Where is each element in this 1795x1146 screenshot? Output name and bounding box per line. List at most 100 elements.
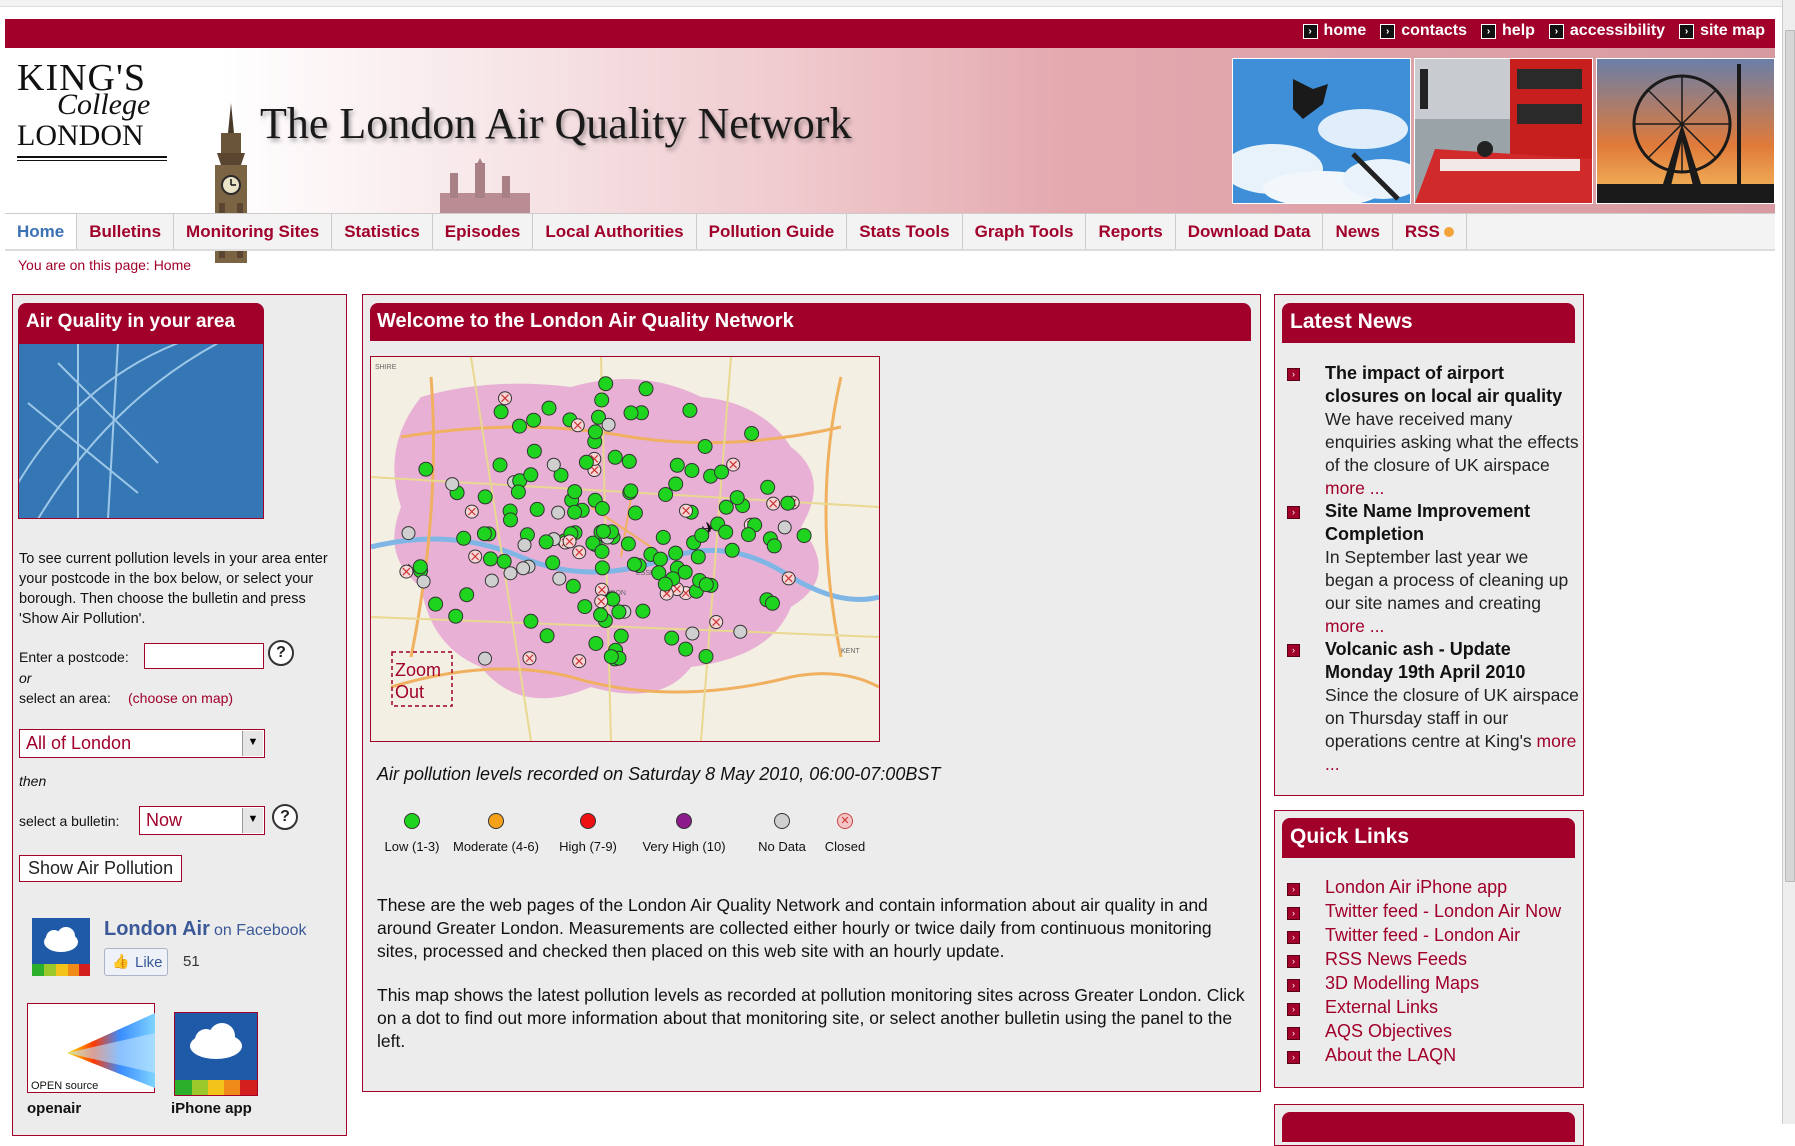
monitoring-site-dot[interactable] — [587, 424, 603, 440]
quick-link[interactable]: Twitter feed - London Air — [1325, 925, 1520, 946]
monitoring-site-dot[interactable] — [552, 571, 567, 586]
monitoring-site-dot[interactable] — [594, 392, 610, 408]
monitoring-site-dot[interactable] — [678, 641, 694, 657]
monitoring-site-dot[interactable] — [623, 483, 639, 499]
monitoring-site-dot[interactable] — [523, 613, 539, 629]
monitoring-site-dot[interactable] — [698, 649, 714, 664]
monitoring-site-dot[interactable] — [760, 479, 776, 495]
monitoring-site-dot[interactable] — [594, 560, 610, 576]
show-air-pollution-button[interactable]: Show Air Pollution — [19, 855, 183, 882]
monitoring-site-dot[interactable] — [621, 453, 637, 469]
chevron-down-icon[interactable]: ▼ — [242, 731, 263, 756]
monitoring-site-dot[interactable] — [595, 523, 611, 539]
london-air-app-icon[interactable] — [32, 918, 90, 976]
help-icon-postcode[interactable]: ? — [268, 640, 294, 666]
monitoring-site-dot[interactable] — [478, 651, 492, 666]
monitoring-site-dot[interactable] — [766, 538, 782, 554]
monitoring-site-dot[interactable] — [545, 555, 561, 571]
facebook-like-button[interactable]: 👍 Like — [104, 948, 168, 976]
utility-link[interactable]: › home — [1302, 22, 1366, 40]
monitoring-site-dot[interactable] — [777, 520, 792, 535]
news-title[interactable]: Site Name Improvement Completion — [1325, 500, 1575, 546]
monitoring-site-dot[interactable] — [741, 527, 756, 543]
monitoring-site-dot[interactable] — [567, 484, 583, 500]
iphone-app-label[interactable]: iPhone app — [171, 1100, 252, 1117]
news-more-link[interactable]: more ... — [1325, 616, 1384, 636]
openair-logo[interactable]: OPEN source — [27, 1003, 155, 1093]
monitoring-site-dot[interactable] — [677, 564, 693, 580]
monitoring-site-dot[interactable] — [613, 628, 629, 644]
monitoring-site-dot[interactable] — [418, 461, 434, 477]
utility-link[interactable]: › contacts — [1380, 22, 1467, 40]
monitoring-site-dot[interactable] — [623, 405, 639, 421]
monitoring-site-dot[interactable] — [541, 400, 557, 416]
pollution-map[interactable]: SHIRE KENT ESSEX LONDON ✈ ✈ Zoom Out — [370, 356, 880, 742]
monitoring-site-dot[interactable] — [503, 566, 518, 581]
monitoring-site-dot[interactable] — [516, 561, 531, 576]
quick-link[interactable]: Twitter feed - London Air Now — [1325, 901, 1561, 922]
monitoring-site-dot[interactable] — [780, 495, 796, 511]
scrollbar-thumb[interactable] — [1785, 30, 1795, 882]
quick-link[interactable]: External Links — [1325, 997, 1438, 1018]
utility-link[interactable]: › site map — [1679, 22, 1765, 40]
news-more-link[interactable]: more ... — [1325, 478, 1384, 498]
monitoring-site-dot[interactable] — [538, 534, 554, 550]
postcode-input[interactable] — [144, 643, 264, 669]
nav-tab[interactable]: News — [1323, 214, 1393, 249]
monitoring-site-dot[interactable] — [657, 576, 673, 592]
zoom-out-button[interactable]: Zoom Out — [395, 659, 453, 703]
monitoring-site-dot[interactable] — [448, 608, 464, 624]
monitoring-site-dot[interactable] — [512, 418, 527, 434]
monitoring-site-dot[interactable] — [428, 596, 444, 612]
monitoring-site-dot[interactable] — [594, 501, 610, 516]
monitoring-site-dot[interactable] — [714, 464, 729, 480]
facebook-page-name[interactable]: London Air — [104, 918, 210, 941]
monitoring-site-dot[interactable] — [483, 551, 498, 567]
monitoring-site-dot[interactable] — [690, 549, 706, 565]
monitoring-site-dot[interactable] — [445, 477, 460, 492]
quick-link[interactable]: About the LAQN — [1325, 1045, 1456, 1066]
monitoring-site-dot[interactable] — [551, 505, 566, 520]
monitoring-site-dot[interactable] — [620, 536, 636, 552]
monitoring-site-dot[interactable] — [698, 577, 714, 593]
vertical-scrollbar[interactable] — [1782, 0, 1795, 1124]
monitoring-site-dot[interactable] — [526, 443, 542, 459]
monitoring-site-dot[interactable] — [729, 490, 745, 506]
nav-tab[interactable]: RSS — [1393, 214, 1467, 249]
monitoring-site-dot[interactable] — [685, 626, 700, 641]
monitoring-site-dot[interactable] — [476, 526, 492, 542]
utility-link[interactable]: › help — [1481, 22, 1535, 40]
monitoring-site-dot[interactable] — [684, 463, 700, 478]
monitoring-site-dot[interactable] — [565, 578, 581, 594]
monitoring-site-dot[interactable] — [578, 454, 594, 470]
nav-tab[interactable]: Download Data — [1176, 214, 1324, 249]
monitoring-site-dot[interactable] — [477, 489, 493, 505]
monitoring-site-dot[interactable] — [658, 487, 674, 502]
monitoring-site-dot[interactable] — [594, 544, 610, 559]
monitoring-site-dot[interactable] — [484, 573, 499, 588]
monitoring-site-dot[interactable] — [733, 624, 748, 639]
openair-label[interactable]: openair — [27, 1100, 81, 1117]
monitoring-site-dot[interactable] — [669, 457, 685, 473]
monitoring-site-dot[interactable] — [655, 529, 671, 545]
monitoring-site-dot[interactable] — [401, 526, 416, 541]
monitoring-site-dot[interactable] — [682, 402, 698, 418]
facebook-suffix[interactable]: on Facebook — [214, 922, 307, 940]
nav-tab[interactable]: Graph Tools — [963, 214, 1087, 249]
monitoring-site-dot[interactable] — [588, 636, 604, 651]
monitoring-site-dot[interactable] — [598, 376, 614, 392]
monitoring-site-dot[interactable] — [523, 467, 539, 483]
monitoring-site-dot[interactable] — [456, 530, 472, 546]
chevron-down-icon[interactable]: ▼ — [242, 808, 263, 833]
area-select[interactable]: All of London ▼ — [19, 729, 265, 758]
monitoring-site-dot[interactable] — [567, 504, 583, 520]
choose-on-map-link[interactable]: (choose on map) — [128, 688, 233, 708]
monitoring-site-dot[interactable] — [493, 404, 509, 420]
nav-tab[interactable]: Episodes — [433, 214, 534, 249]
monitoring-site-dot[interactable] — [652, 551, 668, 567]
monitoring-site-dot[interactable] — [626, 556, 642, 572]
nav-tab[interactable]: Reports — [1086, 214, 1176, 249]
nav-tab[interactable]: Home — [5, 214, 78, 249]
monitoring-site-dot[interactable] — [668, 476, 684, 492]
monitoring-site-dot[interactable] — [694, 527, 710, 543]
